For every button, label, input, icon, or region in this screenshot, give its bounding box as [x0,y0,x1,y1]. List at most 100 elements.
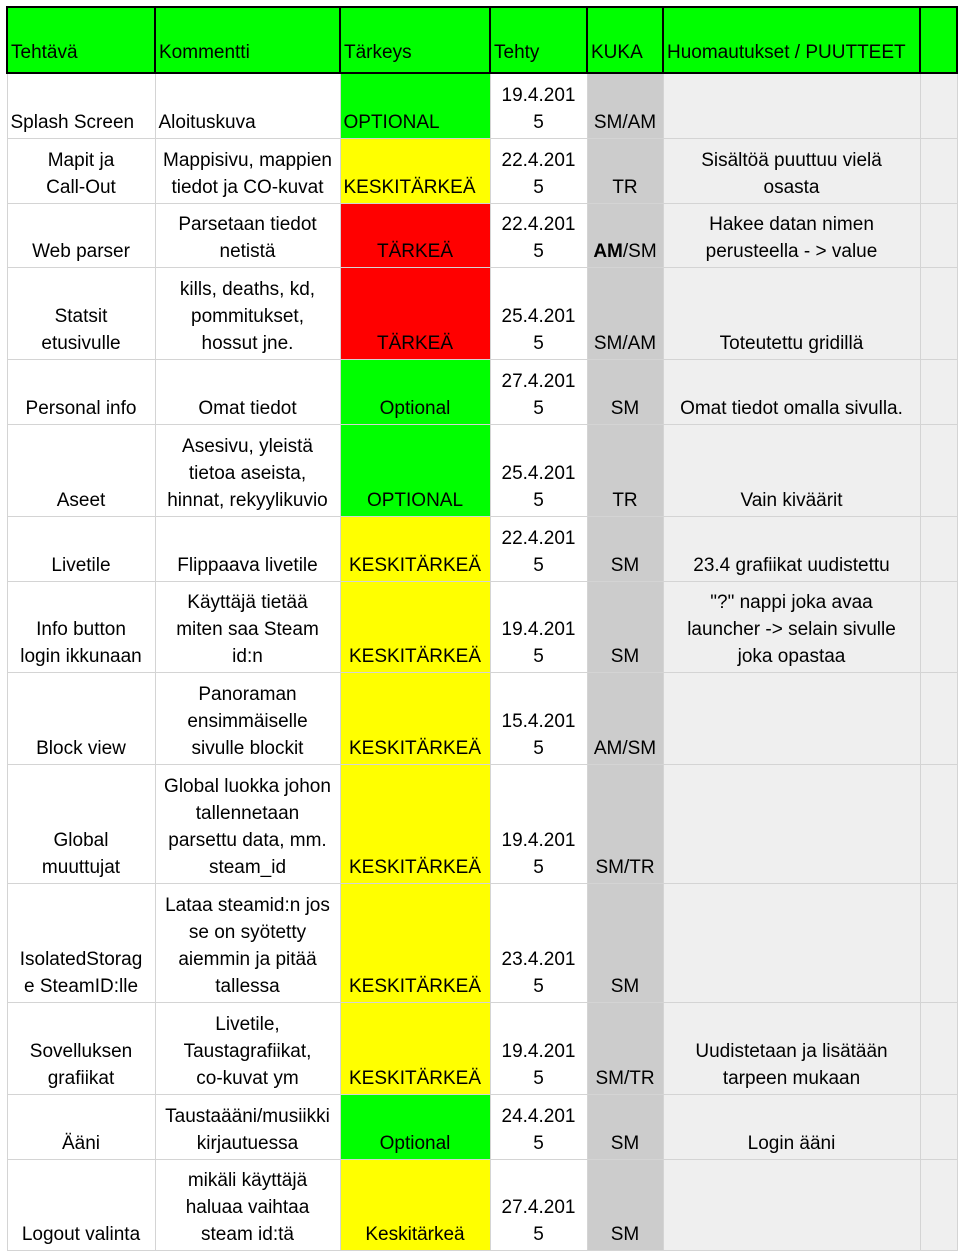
done-cell[interactable]: 19.4.201 5 [489,580,588,673]
comment-cell[interactable]: mikäli käyttäjä haluaa vaihtaa steam id:… [154,1158,341,1251]
priority-cell[interactable]: KESKITÄRKEÄ [339,671,491,765]
extra-cell[interactable] [919,72,958,139]
note-cell[interactable]: Login ääni [662,1093,921,1160]
header-tehty[interactable]: Tehty [489,6,588,74]
task-cell[interactable]: Personal info [6,358,156,425]
task-cell[interactable]: Livetile [6,515,156,582]
comment-cell[interactable]: Käyttäjä tietää miten saa Steam id:n [154,580,341,673]
note-cell[interactable] [662,671,921,765]
task-cell[interactable]: Statsit etusivulle [6,266,156,360]
who-cell[interactable]: TR [586,137,664,204]
task-cell[interactable]: Info button login ikkunaan [6,580,156,673]
task-cell[interactable]: Mapit ja Call-Out [6,137,156,204]
task-cell[interactable]: Aseet [6,423,156,517]
who-cell[interactable]: TR [586,423,664,517]
done-cell[interactable]: 25.4.201 5 [489,423,588,517]
note-cell[interactable]: Vain kiväärit [662,423,921,517]
priority-cell[interactable]: Optional [339,1093,491,1160]
who-cell[interactable]: SM/AM [586,266,664,360]
priority-cell[interactable]: OPTIONAL [339,72,491,139]
header-kuka[interactable]: KUKA [586,6,664,74]
who-cell[interactable]: SM [586,358,664,425]
who-cell[interactable]: SM [586,515,664,582]
note-cell[interactable]: 23.4 grafiikat uudistettu [662,515,921,582]
priority-cell[interactable]: Keskitärkeä [339,1158,491,1251]
task-cell[interactable]: Block view [6,671,156,765]
extra-cell[interactable] [919,580,958,673]
who-cell[interactable]: SM [586,882,664,1003]
done-cell[interactable]: 19.4.201 5 [489,72,588,139]
priority-cell[interactable]: KESKITÄRKEÄ [339,1001,491,1095]
priority-cell[interactable]: TÄRKEÄ [339,202,491,268]
priority-cell[interactable]: KESKITÄRKEÄ [339,763,491,884]
task-cell[interactable]: Logout valinta [6,1158,156,1251]
comment-cell[interactable]: Flippaava livetile [154,515,341,582]
note-cell[interactable]: Sisältöä puuttuu vielä osasta [662,137,921,204]
task-cell[interactable]: IsolatedStorag e SteamID:lle [6,882,156,1003]
done-cell[interactable]: 27.4.201 5 [489,1158,588,1251]
done-cell[interactable]: 22.4.201 5 [489,515,588,582]
comment-cell[interactable]: Mappisivu, mappien tiedot ja CO-kuvat [154,137,341,204]
note-cell[interactable]: Omat tiedot omalla sivulla. [662,358,921,425]
header-tehtava[interactable]: Tehtävä [6,6,156,74]
who-cell[interactable]: SM/TR [586,763,664,884]
priority-cell[interactable]: KESKITÄRKEÄ [339,515,491,582]
extra-cell[interactable] [919,763,958,884]
note-cell[interactable]: "?" nappi joka avaa launcher -> selain s… [662,580,921,673]
task-cell[interactable]: Ääni [6,1093,156,1160]
header-huomautukset[interactable]: Huomautukset / PUUTTEET [662,6,921,74]
extra-cell[interactable] [919,515,958,582]
priority-cell[interactable]: KESKITÄRKEÄ [339,580,491,673]
header-kommentti[interactable]: Kommentti [154,6,341,74]
done-cell[interactable]: 15.4.201 5 [489,671,588,765]
priority-cell[interactable]: OPTIONAL [339,423,491,517]
done-cell[interactable]: 23.4.201 5 [489,882,588,1003]
done-cell[interactable]: 19.4.201 5 [489,1001,588,1095]
note-cell[interactable]: Uudistetaan ja lisätään tarpeen mukaan [662,1001,921,1095]
comment-cell[interactable]: Global luokka johon tallennetaan parsett… [154,763,341,884]
task-cell[interactable]: Global muuttujat [6,763,156,884]
comment-cell[interactable]: Aloituskuva [154,72,341,139]
extra-cell[interactable] [919,882,958,1003]
extra-cell[interactable] [919,266,958,360]
who-cell[interactable]: SM [586,1093,664,1160]
header-extra[interactable] [919,6,958,74]
extra-cell[interactable] [919,1158,958,1251]
priority-cell[interactable]: KESKITÄRKEÄ [339,137,491,204]
extra-cell[interactable] [919,1093,958,1160]
task-cell[interactable]: Splash Screen [6,72,156,139]
done-cell[interactable]: 19.4.201 5 [489,763,588,884]
comment-cell[interactable]: Asesivu, yleistä tietoa aseista, hinnat,… [154,423,341,517]
extra-cell[interactable] [919,202,958,268]
header-tarkeys[interactable]: Tärkeys [339,6,491,74]
comment-cell[interactable]: Lataa steamid:n jos se on syötetty aiemm… [154,882,341,1003]
who-cell[interactable]: AM/SM [586,671,664,765]
note-cell[interactable]: Hakee datan nimen perusteella - > value [662,202,921,268]
who-cell[interactable]: SM/TR [586,1001,664,1095]
comment-cell[interactable]: Livetile, Taustagrafiikat, co-kuvat ym [154,1001,341,1095]
comment-cell[interactable]: Omat tiedot [154,358,341,425]
done-cell[interactable]: 22.4.201 5 [489,137,588,204]
priority-cell[interactable]: KESKITÄRKEÄ [339,882,491,1003]
who-cell[interactable]: SM/AM [586,72,664,139]
done-cell[interactable]: 25.4.201 5 [489,266,588,360]
done-cell[interactable]: 24.4.201 5 [489,1093,588,1160]
note-cell[interactable] [662,763,921,884]
note-cell[interactable] [662,72,921,139]
note-cell[interactable]: Toteutettu gridillä [662,266,921,360]
comment-cell[interactable]: kills, deaths, kd, pommitukset, hossut j… [154,266,341,360]
note-cell[interactable] [662,882,921,1003]
done-cell[interactable]: 22.4.201 5 [489,202,588,268]
comment-cell[interactable]: Panoraman ensimmäiselle sivulle blockit [154,671,341,765]
note-cell[interactable] [662,1158,921,1251]
priority-cell[interactable]: TÄRKEÄ [339,266,491,360]
extra-cell[interactable] [919,1001,958,1095]
who-cell[interactable]: SM [586,580,664,673]
priority-cell[interactable]: Optional [339,358,491,425]
extra-cell[interactable] [919,358,958,425]
who-cell[interactable]: SM [586,1158,664,1251]
task-cell[interactable]: Sovelluksen grafiikat [6,1001,156,1095]
task-cell[interactable]: Web parser [6,202,156,268]
comment-cell[interactable]: Taustaääni/musiikki kirjautuessa [154,1093,341,1160]
extra-cell[interactable] [919,671,958,765]
